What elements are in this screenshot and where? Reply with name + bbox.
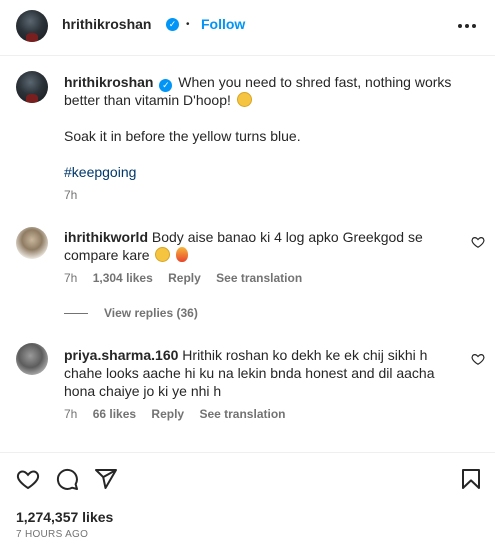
caption-time: 7h — [64, 188, 78, 202]
reply-button[interactable]: Reply — [168, 271, 201, 285]
comment-avatar[interactable] — [16, 343, 48, 375]
comment-avatar[interactable] — [16, 227, 48, 259]
caption-text-3: Soak it in before the yellow turns blue. — [64, 128, 301, 144]
header-username[interactable]: hrithikroshan — [62, 16, 151, 32]
comment-text-1: Body aise banao ki 4 log apko Greekgod s… — [151, 229, 423, 245]
reply-button[interactable]: Reply — [151, 407, 184, 421]
caption-text-2: better than vitamin D'hoop! — [64, 92, 231, 108]
likes-count[interactable]: 1,274,357 likes — [16, 509, 113, 525]
comment-like-heart-icon[interactable] — [471, 352, 485, 366]
save-icon[interactable] — [459, 467, 483, 491]
caption-text-1: When you need to shred fast, nothing wor… — [178, 74, 452, 90]
comment-line-1: ihrithikworld Body aise banao ki 4 log a… — [64, 228, 423, 246]
comment-time: 7h — [64, 271, 78, 285]
comment-username[interactable]: priya.sharma.160 — [64, 347, 178, 363]
comment-text-3: hona chaiye jo ki ye nhi h — [64, 383, 222, 399]
comment-time: 7h — [64, 407, 78, 421]
see-translation-button[interactable]: See translation — [216, 271, 302, 285]
post-timestamp: 7 HOURS AGO — [16, 529, 89, 540]
grimace-emoji-icon — [236, 92, 252, 107]
star-struck-emoji-icon — [155, 247, 171, 262]
comment-icon[interactable] — [55, 467, 79, 491]
caption-line-2: better than vitamin D'hoop! — [64, 91, 252, 109]
avatar[interactable] — [16, 10, 48, 42]
action-bar: 1,274,357 likes 7 HOURS AGO — [0, 452, 495, 548]
comment-text-1: Hrithik roshan ko dekh ke ek chij sikhi … — [182, 347, 428, 363]
comment-line-2: compare kare — [64, 246, 189, 264]
view-replies-label[interactable]: View replies (36) — [104, 306, 198, 320]
comment-text-2: compare kare — [64, 247, 150, 263]
comment-line-1: priya.sharma.160 Hrithik roshan ko dekh … — [64, 346, 427, 364]
comment-text-2: chahe looks aache hi ku na lekin bnda ho… — [64, 365, 435, 381]
post-header: hrithikroshan ✓ • Follow — [0, 0, 495, 56]
follow-button[interactable]: Follow — [201, 16, 245, 32]
caption-avatar[interactable] — [16, 71, 48, 103]
comment-meta: 7h 66 likes Reply See translation — [64, 407, 297, 421]
comment-meta: 7h 1,304 likes Reply See translation — [64, 271, 314, 285]
comment-likes[interactable]: 66 likes — [93, 407, 136, 421]
comment-like-heart-icon[interactable] — [471, 235, 485, 249]
share-icon[interactable] — [94, 467, 118, 491]
separator-dot: • — [186, 19, 190, 30]
fire-emoji-icon — [176, 247, 189, 262]
see-translation-button[interactable]: See translation — [199, 407, 285, 421]
comment-username[interactable]: ihrithikworld — [64, 229, 148, 245]
replies-divider — [64, 312, 88, 314]
view-replies-button[interactable]: View replies (36) — [64, 306, 198, 320]
heart-icon[interactable] — [16, 467, 40, 491]
more-icon[interactable] — [455, 14, 479, 38]
comment-likes[interactable]: 1,304 likes — [93, 271, 153, 285]
caption-line-1: hrithikroshan ✓ When you need to shred f… — [64, 73, 451, 92]
hashtag-link[interactable]: #keepgoing — [64, 163, 136, 181]
caption-username[interactable]: hrithikroshan — [64, 74, 153, 90]
verified-icon: ✓ — [166, 18, 179, 31]
